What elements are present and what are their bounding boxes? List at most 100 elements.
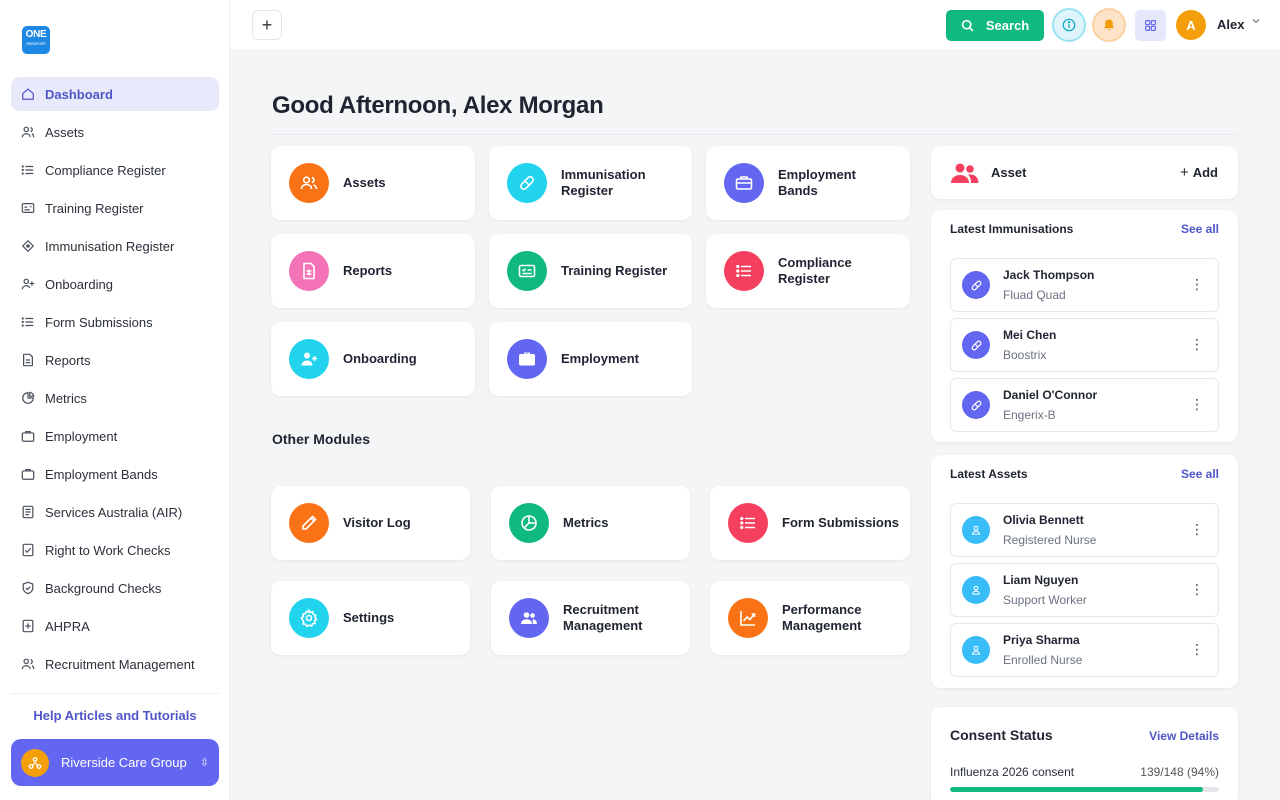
more-options-icon[interactable]: ⋮ bbox=[1190, 522, 1204, 536]
user-icon bbox=[962, 576, 990, 604]
add-asset-label: Add bbox=[1192, 165, 1218, 180]
info-icon bbox=[1062, 18, 1076, 32]
item-name: Liam Nguyen bbox=[1003, 573, 1079, 587]
module-tile-metrics[interactable]: Metrics bbox=[491, 486, 690, 560]
module-tile-training-register[interactable]: Training Register bbox=[489, 234, 692, 308]
more-options-icon[interactable]: ⋮ bbox=[1190, 277, 1204, 291]
module-tile-employment-bands[interactable]: Employment Bands bbox=[706, 146, 910, 220]
sidebar-item-dashboard[interactable]: Dashboard bbox=[11, 77, 219, 111]
module-tile-onboarding[interactable]: Onboarding bbox=[271, 322, 475, 396]
sidebar-item-onboarding[interactable]: Onboarding bbox=[11, 267, 219, 301]
immunisation-list-item[interactable]: Mei Chen Boostrix ⋮ bbox=[950, 318, 1219, 372]
sidebar-item-training-register[interactable]: Training Register bbox=[11, 191, 219, 225]
module-tile-performance-management[interactable]: Performance Management bbox=[710, 581, 910, 655]
assets-see-all-link[interactable]: See all bbox=[1181, 467, 1219, 481]
report-icon bbox=[289, 251, 329, 291]
sidebar-item-recruitment-management[interactable]: Recruitment Management bbox=[11, 647, 219, 681]
users-icon bbox=[21, 657, 35, 671]
sidebar-item-background-checks[interactable]: Background Checks bbox=[11, 571, 219, 605]
chevron-updown-icon: ⇳ bbox=[199, 757, 209, 769]
more-options-icon[interactable]: ⋮ bbox=[1190, 337, 1204, 351]
sidebar-item-right-to-work-checks[interactable]: Right to Work Checks bbox=[11, 533, 219, 567]
module-label: Performance Management bbox=[782, 602, 862, 633]
sidebar-item-reports[interactable]: Reports bbox=[11, 343, 219, 377]
sidebar-item-services-australia[interactable]: Services Australia (AIR) bbox=[11, 495, 219, 529]
help-articles-link[interactable]: Help Articles and Tutorials bbox=[0, 708, 230, 723]
grid-icon bbox=[1145, 20, 1156, 31]
sidebar-item-employment[interactable]: Employment bbox=[11, 419, 219, 453]
asset-list-item[interactable]: Olivia Bennett Registered Nurse ⋮ bbox=[950, 503, 1219, 557]
module-tile-immunisation-register[interactable]: Immunisation Register bbox=[489, 146, 692, 220]
item-subtitle: Support Worker bbox=[1003, 593, 1087, 607]
pie-icon bbox=[509, 503, 549, 543]
sidebar-item-immunisation-register[interactable]: Immunisation Register bbox=[11, 229, 219, 263]
immunisation-list-item[interactable]: Jack Thompson Fluad Quad ⋮ bbox=[950, 258, 1219, 312]
more-options-icon[interactable]: ⋮ bbox=[1190, 642, 1204, 656]
module-tile-recruitment-management[interactable]: Recruitment Management bbox=[491, 581, 690, 655]
more-options-icon[interactable]: ⋮ bbox=[1190, 397, 1204, 411]
greeting-divider bbox=[272, 134, 1238, 135]
asset-list-item[interactable]: Liam Nguyen Support Worker ⋮ bbox=[950, 563, 1219, 617]
sidebar: ONE PASSPORT Dashboard Assets Compliance… bbox=[0, 0, 230, 800]
module-label: Settings bbox=[343, 610, 395, 625]
sidebar-item-form-submissions[interactable]: Form Submissions bbox=[11, 305, 219, 339]
organization-switcher[interactable]: Riverside Care Group ⇳ bbox=[11, 739, 219, 786]
sidebar-nav: Dashboard Assets Compliance Register Tra… bbox=[11, 77, 219, 685]
asset-list-item[interactable]: Priya Sharma Enrolled Nurse ⋮ bbox=[950, 623, 1219, 677]
sidebar-item-metrics[interactable]: Metrics bbox=[11, 381, 219, 415]
module-label: Visitor Log bbox=[343, 515, 411, 530]
chevron-down-icon[interactable] bbox=[1251, 16, 1261, 29]
sidebar-item-compliance-register[interactable]: Compliance Register bbox=[11, 153, 219, 187]
briefcase-icon bbox=[507, 339, 547, 379]
module-label: Employment Bands bbox=[778, 167, 857, 198]
sidebar-item-label: Right to Work Checks bbox=[45, 542, 171, 558]
other-modules-heading: Other Modules bbox=[272, 431, 371, 447]
latest-assets-title: Latest Assets bbox=[950, 467, 1028, 481]
item-name: Daniel O'Connor bbox=[1003, 388, 1098, 402]
page-greeting: Good Afternoon, Alex Morgan bbox=[272, 92, 604, 119]
home-icon bbox=[21, 87, 35, 101]
sidebar-item-assets[interactable]: Assets bbox=[11, 115, 219, 149]
module-label: Employment bbox=[561, 351, 640, 366]
module-tile-employment[interactable]: Employment bbox=[489, 322, 692, 396]
consent-view-details-link[interactable]: View Details bbox=[1149, 729, 1219, 743]
module-tile-reports[interactable]: Reports bbox=[271, 234, 475, 308]
bell-icon bbox=[1104, 19, 1114, 31]
immunisations-see-all-link[interactable]: See all bbox=[1181, 222, 1219, 236]
sidebar-item-label: Onboarding bbox=[45, 276, 113, 292]
user-name[interactable]: Alex bbox=[1217, 17, 1244, 32]
item-subtitle: Boostrix bbox=[1003, 348, 1047, 362]
quick-add-button[interactable]: + bbox=[252, 10, 282, 40]
sidebar-item-label: Employment bbox=[45, 428, 118, 444]
module-label: Recruitment Management bbox=[563, 602, 643, 633]
sidebar-item-label: Compliance Register bbox=[45, 162, 166, 178]
item-name: Mei Chen bbox=[1003, 328, 1057, 342]
notifications-button[interactable] bbox=[1092, 8, 1126, 42]
asset-card-title: Asset bbox=[991, 165, 1027, 180]
app-logo[interactable]: ONE PASSPORT bbox=[22, 26, 50, 54]
module-label: Immunisation Register bbox=[561, 167, 646, 198]
sidebar-item-employment-bands[interactable]: Employment Bands bbox=[11, 457, 219, 491]
apps-button[interactable] bbox=[1135, 10, 1166, 41]
module-tile-compliance-register[interactable]: Compliance Register bbox=[706, 234, 910, 308]
users-icon bbox=[21, 125, 35, 139]
module-tile-settings[interactable]: Settings bbox=[271, 581, 470, 655]
search-button[interactable]: Search bbox=[946, 10, 1044, 41]
module-tile-visitor-log[interactable]: Visitor Log bbox=[271, 486, 470, 560]
item-name: Olivia Bennett bbox=[1003, 513, 1084, 527]
add-asset-button[interactable]: + Add bbox=[1180, 164, 1218, 181]
sidebar-item-ahpra[interactable]: AHPRA bbox=[11, 609, 219, 643]
module-label: Compliance Register bbox=[778, 255, 852, 286]
info-button[interactable] bbox=[1052, 8, 1086, 42]
pencil-icon bbox=[289, 503, 329, 543]
sidebar-item-label: Background Checks bbox=[45, 580, 162, 596]
module-tile-form-submissions[interactable]: Form Submissions bbox=[710, 486, 910, 560]
module-tile-assets[interactable]: Assets bbox=[271, 146, 475, 220]
consent-progress-fill bbox=[950, 787, 1203, 792]
user-avatar[interactable]: A bbox=[1176, 10, 1206, 40]
sidebar-item-label: Assets bbox=[45, 124, 85, 140]
more-options-icon[interactable]: ⋮ bbox=[1190, 582, 1204, 596]
briefcase-icon bbox=[21, 467, 35, 481]
immunisation-list-item[interactable]: Daniel O'Connor Engerix-B ⋮ bbox=[950, 378, 1219, 432]
module-label: Reports bbox=[343, 263, 393, 278]
